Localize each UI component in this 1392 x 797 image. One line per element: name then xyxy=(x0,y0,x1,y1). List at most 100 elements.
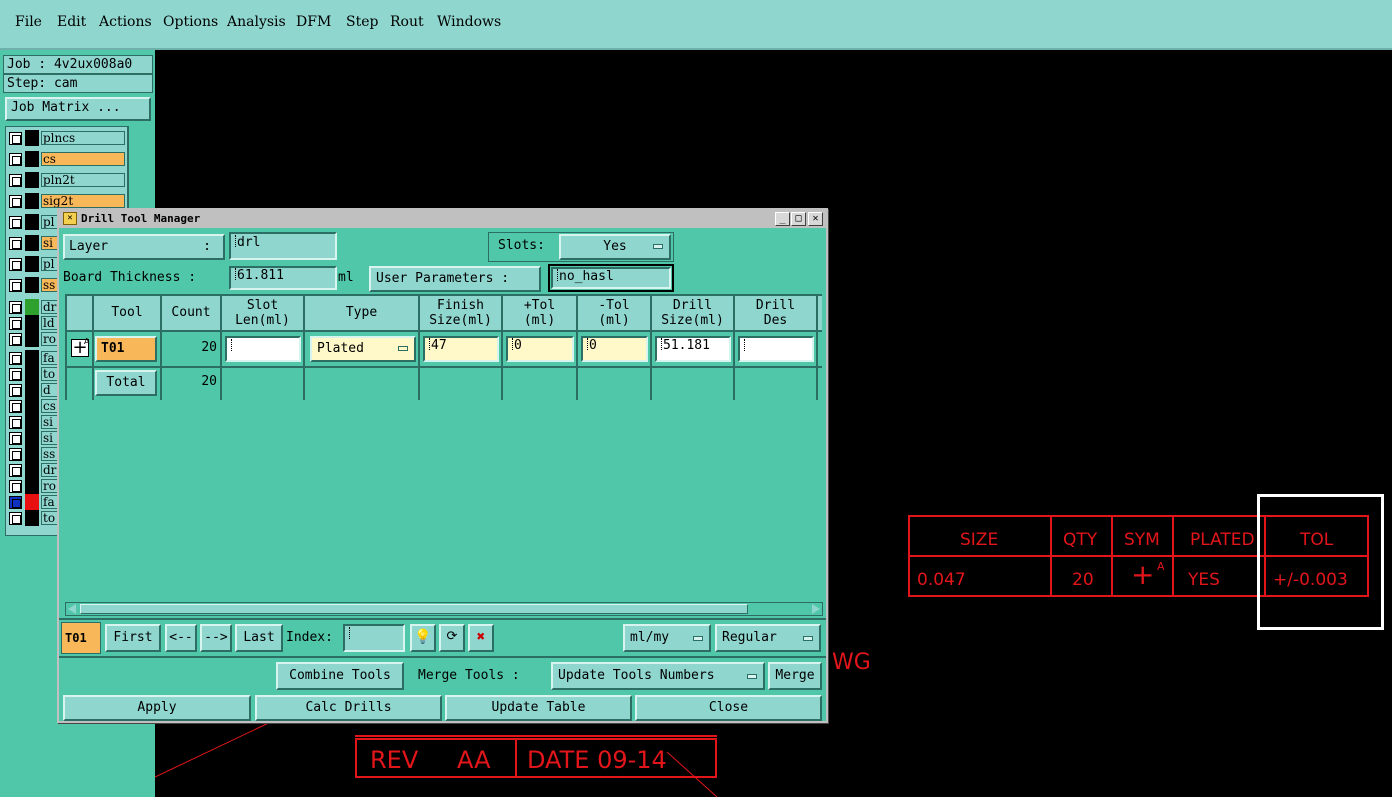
calc-drills-button[interactable]: Calc Drills xyxy=(255,695,442,721)
layer-checkbox[interactable] xyxy=(9,432,22,445)
layer-checkbox[interactable] xyxy=(9,279,22,292)
layer-checkbox[interactable] xyxy=(9,195,22,208)
layer-checkbox[interactable] xyxy=(9,512,22,525)
layer-checkbox[interactable] xyxy=(9,301,22,314)
type-dropdown[interactable]: Plated xyxy=(310,336,416,362)
layer-checkbox[interactable] xyxy=(9,400,22,413)
lightbulb-icon[interactable]: 💡 xyxy=(410,624,436,652)
menu-step[interactable]: Step xyxy=(346,14,378,30)
board-thickness-field[interactable]: 61.811 xyxy=(229,266,337,290)
finish-size-input[interactable]: 47 xyxy=(423,336,499,362)
index-input[interactable] xyxy=(343,624,405,652)
update-table-button[interactable]: Update Table xyxy=(445,695,632,721)
menu-file[interactable]: File xyxy=(15,14,42,30)
layer-checkbox[interactable] xyxy=(9,368,22,381)
layer-name[interactable]: cs xyxy=(41,152,125,166)
layer-color-swatch[interactable] xyxy=(25,256,39,272)
layer-color-swatch[interactable] xyxy=(25,414,39,430)
layer-color-swatch[interactable] xyxy=(25,366,39,382)
layer-color-swatch[interactable] xyxy=(25,331,39,347)
layer-color-swatch[interactable] xyxy=(25,193,39,209)
layer-color-swatch[interactable] xyxy=(25,462,39,478)
menu-actions[interactable]: Actions xyxy=(99,14,152,30)
user-parameters-field[interactable]: no_hasl xyxy=(551,267,671,289)
slot-len-input[interactable] xyxy=(225,336,301,362)
minus-tol-input[interactable]: 0 xyxy=(581,336,648,362)
close-icon[interactable]: ✕ xyxy=(808,212,823,226)
layer-name[interactable]: plncs xyxy=(41,131,125,145)
layer-row[interactable]: plncs xyxy=(6,130,127,146)
layer-row[interactable]: pln2t xyxy=(6,172,127,188)
layer-checkbox[interactable] xyxy=(9,464,22,477)
layer-checkbox[interactable] xyxy=(9,352,22,365)
total-button[interactable]: Total xyxy=(95,370,157,396)
layer-checkbox[interactable] xyxy=(9,132,22,145)
last-button[interactable]: Last xyxy=(235,624,283,652)
layer-color-swatch[interactable] xyxy=(25,350,39,366)
layer-checkbox[interactable] xyxy=(9,237,22,250)
layer-color-swatch[interactable] xyxy=(25,430,39,446)
layer-color-swatch[interactable] xyxy=(25,130,39,146)
merge-button[interactable]: Merge xyxy=(768,662,822,690)
prev-button[interactable]: <-- xyxy=(165,624,197,652)
table-horizontal-scrollbar[interactable] xyxy=(65,602,823,616)
layer-color-swatch[interactable] xyxy=(25,382,39,398)
layer-button[interactable]: Layer : xyxy=(63,234,225,260)
layer-field[interactable]: drl xyxy=(229,232,337,260)
drill-size-input[interactable]: 51.181 xyxy=(655,336,731,362)
drill-des-input[interactable] xyxy=(738,336,814,362)
layer-color-swatch[interactable] xyxy=(25,494,39,510)
layer-color-swatch[interactable] xyxy=(25,478,39,494)
scroll-right-icon[interactable] xyxy=(812,604,820,614)
layer-color-swatch[interactable] xyxy=(25,315,39,331)
units-dropdown[interactable]: ml/my xyxy=(623,624,711,652)
next-button[interactable]: --> xyxy=(200,624,232,652)
layer-row[interactable]: sig2t xyxy=(6,193,127,209)
mode-dropdown[interactable]: Regular xyxy=(715,624,821,652)
layer-checkbox[interactable] xyxy=(9,174,22,187)
scroll-left-icon[interactable] xyxy=(68,604,76,614)
layer-color-swatch[interactable] xyxy=(25,277,39,293)
job-matrix-button[interactable]: Job Matrix ... xyxy=(5,97,151,121)
layer-checkbox[interactable] xyxy=(9,416,22,429)
refresh-icon[interactable]: ⟳ xyxy=(439,624,465,652)
menu-edit[interactable]: Edit xyxy=(57,14,86,30)
layer-checkbox[interactable] xyxy=(9,216,22,229)
apply-button[interactable]: Apply xyxy=(63,695,251,721)
layer-name[interactable]: sig2t xyxy=(41,194,125,208)
plus-tol-input[interactable]: 0 xyxy=(506,336,574,362)
layer-checkbox[interactable] xyxy=(9,448,22,461)
layer-color-swatch[interactable] xyxy=(25,398,39,414)
maximize-icon[interactable]: □ xyxy=(791,212,806,226)
slots-dropdown[interactable]: Yes xyxy=(559,234,671,260)
layer-checkbox[interactable] xyxy=(9,258,22,271)
layer-color-swatch[interactable] xyxy=(25,235,39,251)
layer-color-swatch[interactable] xyxy=(25,214,39,230)
menu-analysis[interactable]: Analysis xyxy=(227,14,286,30)
layer-checkbox[interactable] xyxy=(9,153,22,166)
first-button[interactable]: First xyxy=(105,624,161,652)
layer-color-swatch[interactable] xyxy=(25,299,39,315)
layer-color-swatch[interactable] xyxy=(25,510,39,526)
menu-rout[interactable]: Rout xyxy=(390,14,424,30)
layer-color-swatch[interactable] xyxy=(25,172,39,188)
layer-row[interactable]: cs xyxy=(6,151,127,167)
merge-option-dropdown[interactable]: Update Tools Numbers xyxy=(551,662,765,690)
layer-color-swatch[interactable] xyxy=(25,446,39,462)
layer-color-swatch[interactable] xyxy=(25,151,39,167)
scroll-thumb[interactable] xyxy=(80,604,748,614)
layer-checkbox[interactable] xyxy=(9,333,22,346)
dialog-titlebar[interactable]: ✕ Drill Tool Manager _ □ ✕ xyxy=(59,210,826,228)
layer-checkbox[interactable] xyxy=(9,480,22,493)
menu-windows[interactable]: Windows xyxy=(437,14,501,30)
menu-options[interactable]: Options xyxy=(163,14,218,30)
menu-dfm[interactable]: DFM xyxy=(296,14,331,30)
close-button[interactable]: Close xyxy=(635,695,822,721)
layer-checkbox[interactable] xyxy=(9,384,22,397)
minimize-icon[interactable]: _ xyxy=(775,212,790,226)
tool-t01-button[interactable]: T01 xyxy=(95,336,157,362)
user-parameters-button[interactable]: User Parameters : xyxy=(369,266,541,292)
combine-tools-button[interactable]: Combine Tools xyxy=(276,662,404,690)
delete-icon[interactable]: ✖ xyxy=(468,624,494,652)
layer-name[interactable]: pln2t xyxy=(41,173,125,187)
